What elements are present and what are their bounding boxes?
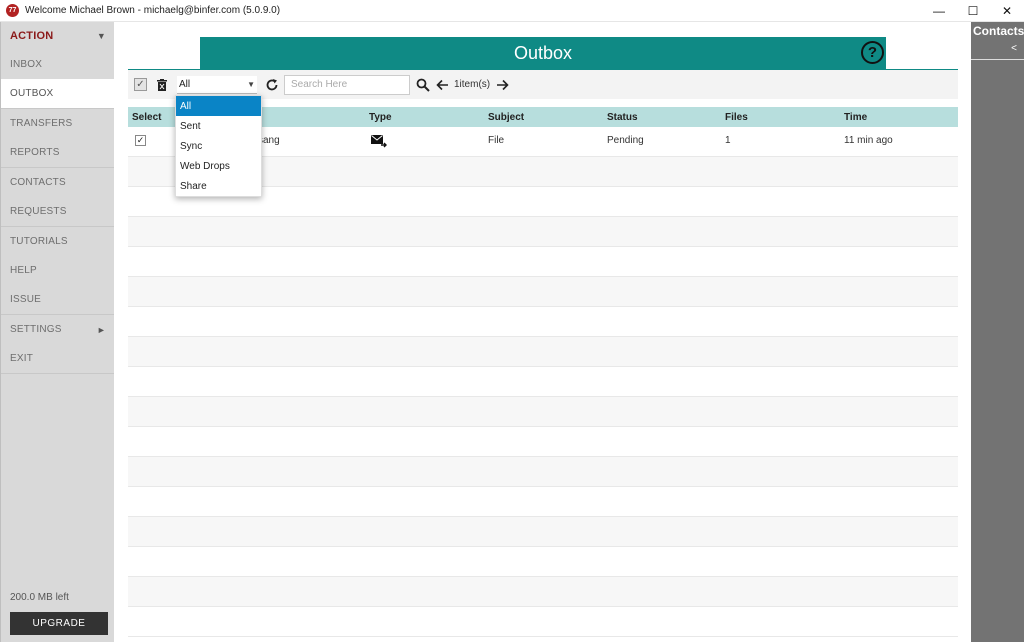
sidebar-item-label: ACTION [10, 30, 54, 42]
empty-row [128, 277, 958, 307]
search-icon[interactable] [416, 78, 430, 92]
empty-row [128, 367, 958, 397]
sidebar-item-label: INBOX [10, 59, 43, 70]
empty-row [128, 337, 958, 367]
divider [971, 59, 1024, 60]
subject-cell: File [488, 135, 505, 146]
empty-row [128, 457, 958, 487]
close-button[interactable]: ✕ [990, 0, 1024, 22]
sidebar-item-label: HELP [10, 265, 37, 276]
filter-dropdown-menu: All Sent Sync Web Drops Share [175, 95, 262, 197]
sidebar-item-label: EXIT [10, 353, 34, 364]
filter-option-sent[interactable]: Sent [176, 116, 261, 136]
select-all-checkbox[interactable]: ✓ [134, 78, 147, 91]
status-cell: Pending [607, 135, 644, 146]
column-header-files[interactable]: Files [725, 112, 748, 123]
sidebar-item-label: ISSUE [10, 294, 42, 305]
prev-page-icon[interactable] [436, 79, 449, 91]
sidebar-item-label: OUTBOX [10, 88, 54, 99]
filter-option-share[interactable]: Share [176, 176, 261, 196]
filter-option-web-drops[interactable]: Web Drops [176, 156, 261, 176]
page-title: Outbox [513, 42, 573, 63]
window-titlebar: 77 Welcome Michael Brown - michaelg@binf… [0, 0, 1024, 22]
trash-icon[interactable] [157, 78, 167, 91]
filter-select[interactable]: All ▼ [177, 75, 257, 94]
column-header-time[interactable]: Time [844, 112, 867, 123]
empty-row [128, 247, 958, 277]
caret-down-icon: ▼ [247, 79, 255, 89]
caret-down-icon: ▼ [96, 31, 106, 41]
page-header: Outbox ? [200, 37, 886, 69]
collapse-panel-icon[interactable]: < [1011, 43, 1017, 54]
sidebar-item-transfers[interactable]: TRANSFERS [1, 109, 114, 138]
sidebar-item-contacts[interactable]: CONTACTS [1, 168, 114, 197]
sidebar-item-action[interactable]: ACTION ▼ [1, 22, 114, 50]
sidebar-item-label: REQUESTS [10, 206, 67, 217]
next-page-icon[interactable] [496, 79, 509, 91]
empty-row [128, 307, 958, 337]
sidebar: ACTION ▼ INBOX OUTBOX TRANSFERS REPORTS … [0, 22, 114, 642]
sidebar-item-reports[interactable]: REPORTS [1, 138, 114, 167]
upgrade-button[interactable]: UPGRADE [10, 612, 108, 635]
column-header-select[interactable]: Select [132, 112, 161, 123]
empty-row [128, 607, 958, 637]
time-cell: 11 min ago [844, 135, 893, 146]
sidebar-item-requests[interactable]: REQUESTS [1, 197, 114, 226]
contacts-panel-title: Contacts [973, 24, 1024, 38]
empty-row [128, 217, 958, 247]
help-icon[interactable]: ? [861, 41, 884, 64]
caret-right-icon: ► [96, 324, 106, 335]
empty-row [128, 577, 958, 607]
filter-option-sync[interactable]: Sync [176, 136, 261, 156]
app-logo-icon: 77 [6, 4, 19, 17]
window-title: Welcome Michael Brown - michaelg@binfer.… [25, 5, 281, 16]
sidebar-item-label: CONTACTS [10, 177, 66, 188]
window-controls: — ☐ ✕ [922, 0, 1024, 22]
empty-row [128, 397, 958, 427]
files-cell: 1 [725, 135, 731, 146]
sidebar-item-label: SETTINGS [10, 324, 62, 335]
empty-row [128, 487, 958, 517]
sidebar-item-tutorials[interactable]: TUTORIALS [1, 227, 114, 256]
empty-row [128, 517, 958, 547]
search-input[interactable] [284, 74, 410, 95]
sidebar-item-outbox[interactable]: OUTBOX [1, 79, 114, 108]
sidebar-item-issue[interactable]: ISSUE [1, 285, 114, 314]
column-header-type[interactable]: Type [369, 112, 392, 123]
sidebar-item-exit[interactable]: EXIT [1, 344, 114, 373]
sidebar-item-label: TUTORIALS [10, 236, 68, 247]
minimize-button[interactable]: — [922, 0, 956, 22]
sidebar-item-help[interactable]: HELP [1, 256, 114, 285]
empty-row [128, 427, 958, 457]
filter-value: All [179, 78, 191, 90]
sidebar-item-label: REPORTS [10, 147, 60, 158]
contacts-panel: Contacts < [971, 22, 1024, 642]
sidebar-item-inbox[interactable]: INBOX [1, 50, 114, 79]
maximize-button[interactable]: ☐ [956, 0, 990, 22]
filter-option-all[interactable]: All [176, 96, 261, 116]
send-mail-icon [371, 135, 387, 148]
row-checkbox[interactable]: ✓ [135, 135, 146, 146]
divider [1, 373, 114, 374]
empty-row [128, 547, 958, 577]
sidebar-item-label: TRANSFERS [10, 118, 73, 129]
column-header-status[interactable]: Status [607, 112, 638, 123]
refresh-icon[interactable] [265, 78, 279, 92]
sidebar-item-settings[interactable]: SETTINGS ► [1, 315, 114, 344]
items-count: 1item(s) [454, 79, 491, 90]
column-header-subject[interactable]: Subject [488, 112, 524, 123]
storage-left: 200.0 MB left [10, 592, 69, 603]
